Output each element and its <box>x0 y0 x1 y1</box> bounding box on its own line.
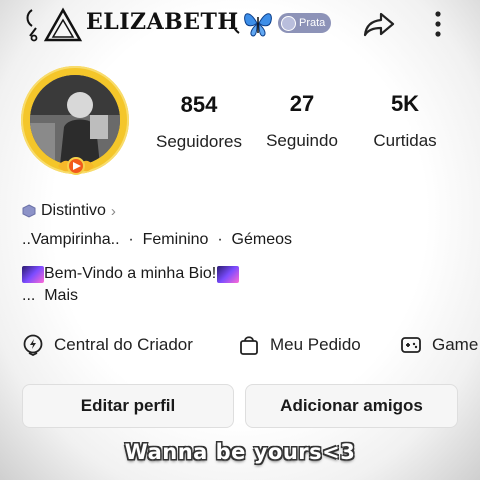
live-badge-icon <box>58 157 94 175</box>
distintivo-label: Distintivo <box>41 202 106 219</box>
logo-mark-icon <box>26 7 83 42</box>
followers-count[interactable]: 854 <box>160 92 238 118</box>
profile-tags: ..Vampirinha.. · Feminino · Gémeos <box>22 231 293 248</box>
profile-header: ELIZABETH Prata <box>0 0 480 50</box>
bio-more-link[interactable]: ... Mais <box>22 287 78 305</box>
edit-profile-button[interactable]: Editar perfil <box>22 384 234 428</box>
sparkle-emoji-icon <box>22 265 44 283</box>
bio-welcome: Bem-Vindo a minha Bio! <box>44 265 217 282</box>
more-icon[interactable] <box>428 8 448 40</box>
my-orders-button[interactable]: Meu Pedido <box>238 334 361 356</box>
video-caption: Wanna be yours<3 <box>124 440 356 464</box>
creator-center-label: Central do Criador <box>54 335 193 354</box>
chevron-right-icon: › <box>110 202 116 220</box>
sparkle-emoji-icon <box>217 265 240 283</box>
hexagon-badge-icon <box>22 204 36 218</box>
badge-label: Prata <box>299 17 326 29</box>
shopping-bag-icon <box>240 336 258 355</box>
avatar[interactable] <box>30 75 120 165</box>
creator-center-icon <box>23 334 43 356</box>
followers-label[interactable]: Seguidores <box>146 132 252 152</box>
bio-text: Bem-Vindo a minha Bio! <box>22 265 240 283</box>
badge-icon <box>281 15 296 31</box>
gamepad-icon <box>401 337 421 353</box>
game-button[interactable]: Game <box>400 334 478 356</box>
my-orders-label: Meu Pedido <box>270 335 361 354</box>
distintivo-link[interactable]: Distintivo › <box>22 202 116 220</box>
likes-label[interactable]: Curtidas <box>362 131 448 151</box>
game-label: Game <box>432 335 479 354</box>
creator-center-button[interactable]: Central do Criador <box>22 334 193 356</box>
following-label[interactable]: Seguindo <box>254 131 350 151</box>
add-friends-button[interactable]: Adicionar amigos <box>245 384 458 428</box>
avatar-photo <box>30 75 120 165</box>
butterfly-icon <box>231 12 272 37</box>
likes-count[interactable]: 5K <box>366 91 444 117</box>
username: ELIZABETH <box>86 9 239 35</box>
following-count[interactable]: 27 <box>263 91 341 117</box>
badge-prata[interactable]: Prata <box>278 13 332 33</box>
share-icon[interactable] <box>362 9 396 39</box>
